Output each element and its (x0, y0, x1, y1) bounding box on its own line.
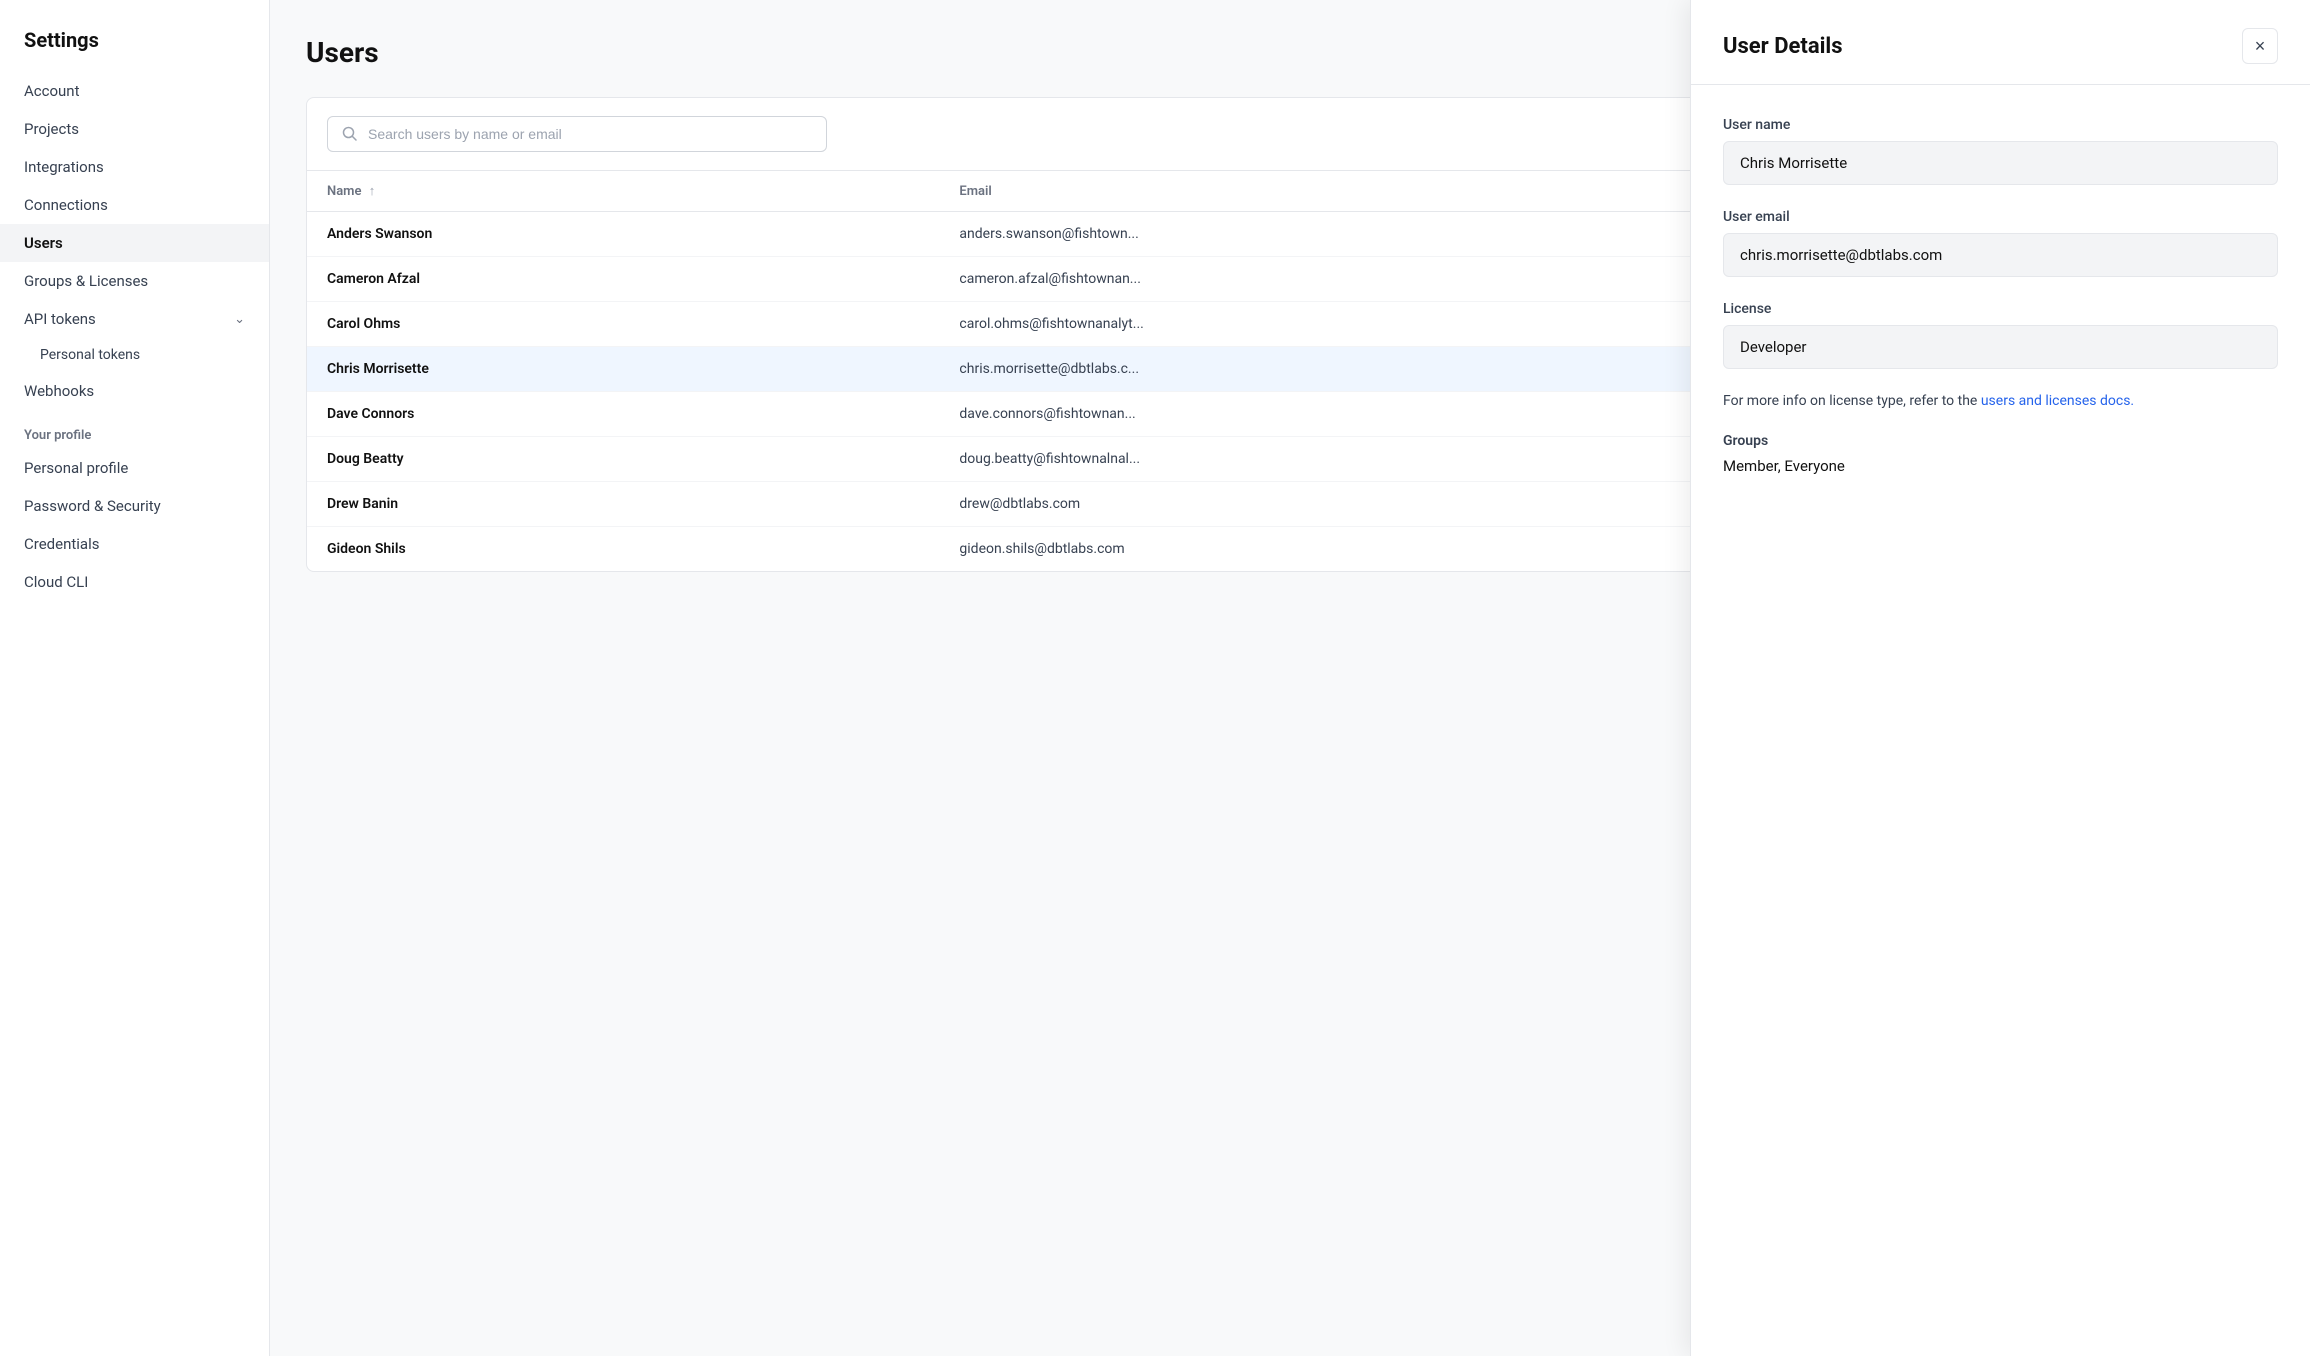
sidebar-item-label: Personal tokens (40, 347, 140, 363)
groups-field-group: Groups Member, Everyone (1723, 433, 2278, 475)
sidebar-item-label: Password & Security (24, 497, 161, 515)
license-value: Developer (1723, 325, 2278, 369)
cell-name: Anders Swanson (307, 212, 939, 257)
sidebar-item-groups-licenses[interactable]: Groups & Licenses (0, 262, 269, 300)
email-label: User email (1723, 209, 2278, 225)
groups-value: Member, Everyone (1723, 457, 2278, 475)
cell-name: Doug Beatty (307, 437, 939, 482)
sidebar-item-label: Account (24, 82, 80, 100)
groups-label: Groups (1723, 433, 2278, 449)
cell-name: Carol Ohms (307, 302, 939, 347)
chevron-down-icon: ⌄ (234, 312, 245, 327)
cell-name: Drew Banin (307, 482, 939, 527)
sidebar-item-api-tokens[interactable]: API tokens ⌄ (0, 300, 269, 338)
cell-name: Chris Morrisette (307, 347, 939, 392)
sort-icon: ↑ (369, 184, 376, 199)
sidebar-item-webhooks[interactable]: Webhooks (0, 372, 269, 410)
sidebar-title: Settings (0, 28, 269, 72)
username-label: User name (1723, 117, 2278, 133)
username-field-group: User name Chris Morrisette (1723, 117, 2278, 185)
cell-name: Dave Connors (307, 392, 939, 437)
sidebar-item-personal-tokens[interactable]: Personal tokens (0, 338, 269, 372)
sidebar-item-label: Webhooks (24, 382, 94, 400)
sidebar: Settings Account Projects Integrations C… (0, 0, 270, 1356)
cell-name: Cameron Afzal (307, 257, 939, 302)
your-profile-section-label: Your profile (0, 410, 269, 449)
sidebar-item-projects[interactable]: Projects (0, 110, 269, 148)
sidebar-item-users[interactable]: Users (0, 224, 269, 262)
search-input-wrapper (327, 116, 827, 152)
panel-header: User Details × (1691, 0, 2310, 85)
search-input[interactable] (368, 126, 812, 142)
cell-name: Gideon Shils (307, 527, 939, 572)
sidebar-item-personal-profile[interactable]: Personal profile (0, 449, 269, 487)
panel-title: User Details (1723, 34, 1843, 59)
email-field-group: User email chris.morrisette@dbtlabs.com (1723, 209, 2278, 277)
license-note: For more info on license type, refer to … (1723, 393, 2278, 409)
sidebar-item-label: Connections (24, 196, 108, 214)
sidebar-item-password-security[interactable]: Password & Security (0, 487, 269, 525)
sidebar-item-credentials[interactable]: Credentials (0, 525, 269, 563)
sidebar-item-label: Cloud CLI (24, 573, 88, 591)
license-label: License (1723, 301, 2278, 317)
sidebar-item-label: Credentials (24, 535, 99, 553)
sidebar-item-integrations[interactable]: Integrations (0, 148, 269, 186)
sidebar-item-label: Groups & Licenses (24, 272, 148, 290)
license-docs-link[interactable]: users and licenses docs. (1981, 393, 2134, 409)
license-field-group: License Developer (1723, 301, 2278, 369)
sidebar-item-label: Projects (24, 120, 79, 138)
sidebar-item-account[interactable]: Account (0, 72, 269, 110)
sidebar-item-cloud-cli[interactable]: Cloud CLI (0, 563, 269, 601)
sidebar-item-connections[interactable]: Connections (0, 186, 269, 224)
username-value: Chris Morrisette (1723, 141, 2278, 185)
user-details-panel: User Details × User name Chris Morrisett… (1690, 0, 2310, 1356)
sidebar-item-label: Integrations (24, 158, 104, 176)
close-button[interactable]: × (2242, 28, 2278, 64)
search-icon (342, 126, 358, 142)
sidebar-item-label: Users (24, 234, 63, 252)
col-name: Name ↑ (307, 171, 939, 212)
sidebar-item-label: API tokens (24, 310, 96, 328)
panel-body: User name Chris Morrisette User email ch… (1691, 85, 2310, 507)
email-value: chris.morrisette@dbtlabs.com (1723, 233, 2278, 277)
sidebar-item-label: Personal profile (24, 459, 128, 477)
